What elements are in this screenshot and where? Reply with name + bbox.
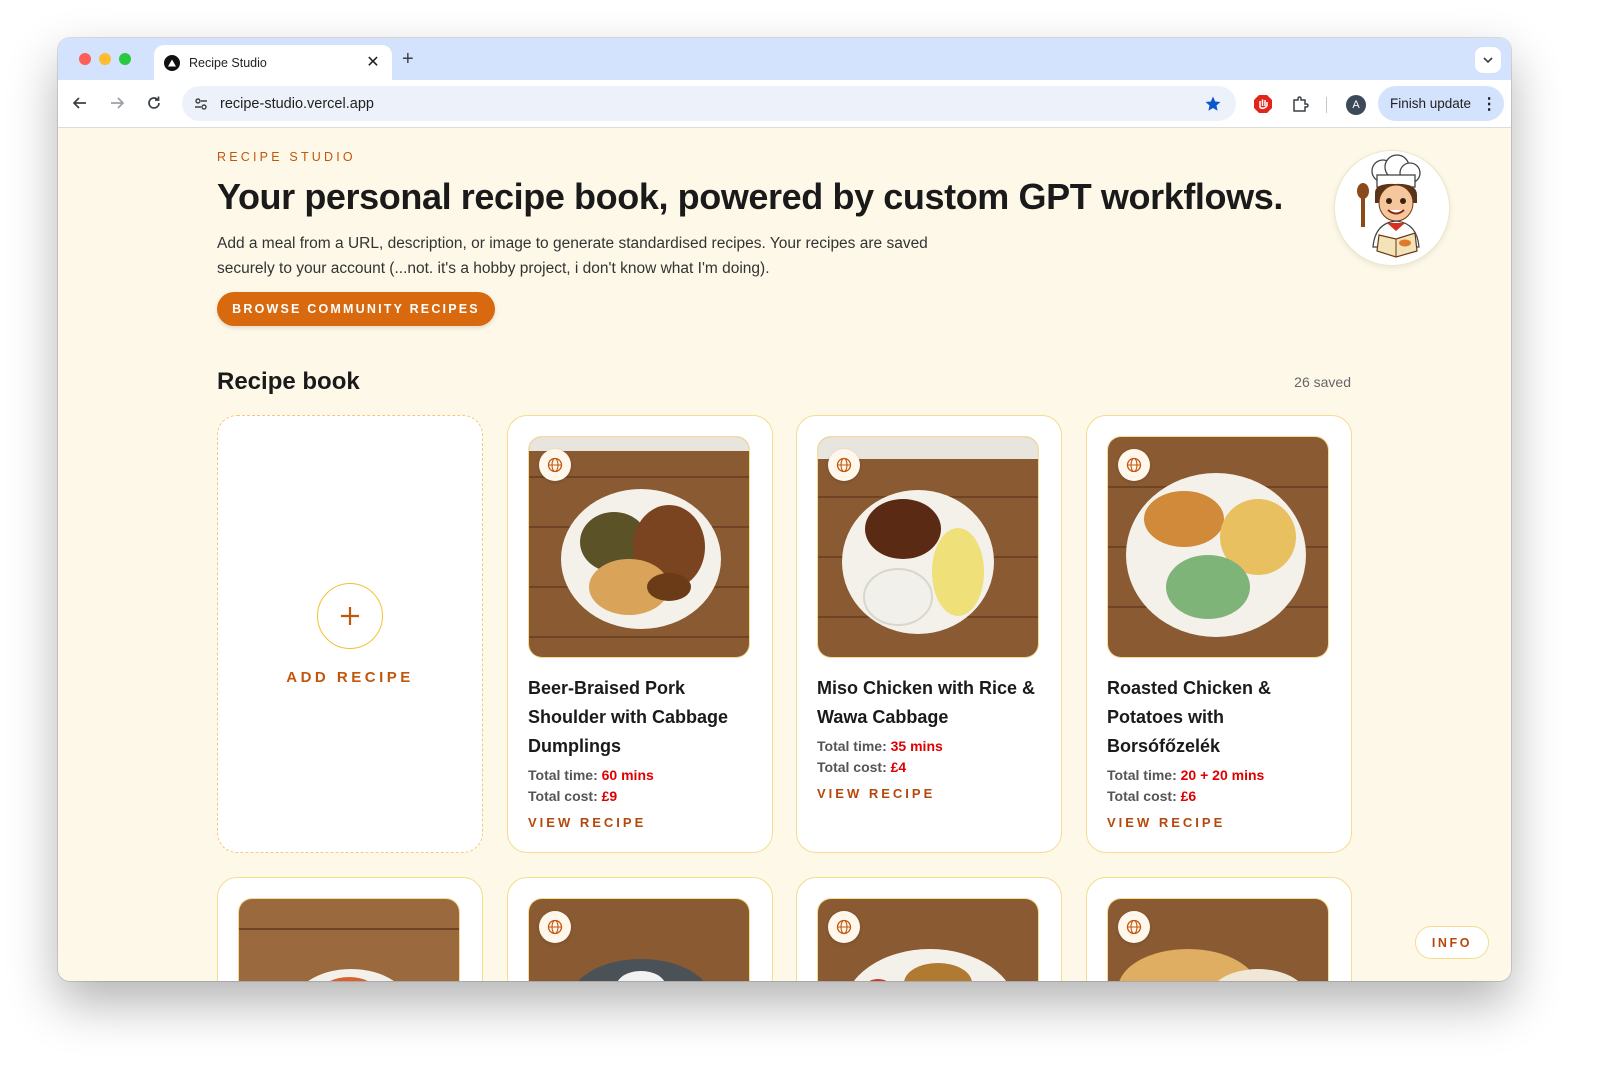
total-cost-label: Total cost:	[528, 788, 598, 804]
back-arrow-icon	[72, 97, 86, 109]
more-vert-icon: ⋮	[1481, 95, 1497, 113]
chef-illustration	[1357, 154, 1421, 258]
recipe-title: Beer-Braised Pork Shoulder with Cabbage …	[528, 678, 729, 756]
reload-button[interactable]	[143, 92, 165, 114]
close-icon[interactable]: ✕	[364, 54, 382, 71]
tab-search-button[interactable]	[1475, 47, 1501, 73]
add-recipe-label: ADD RECIPE	[286, 668, 414, 686]
recipe-card[interactable]	[217, 877, 483, 981]
recipe-card[interactable]: Roasted Chicken & Potatoes with Borsófőz…	[1086, 415, 1352, 853]
chevron-down-icon	[1483, 57, 1493, 64]
globe-icon[interactable]	[828, 449, 860, 481]
total-time-value: 35 mins	[890, 738, 943, 754]
view-recipe-link[interactable]: VIEW RECIPE	[817, 786, 935, 801]
total-time: Total time: 35 mins	[817, 736, 943, 757]
recipe-photo[interactable]	[817, 436, 1039, 658]
total-time: Total time: 20 + 20 mins	[1107, 765, 1264, 786]
total-cost-label: Total cost:	[1107, 788, 1177, 804]
globe-icon[interactable]	[539, 911, 571, 943]
maximize-window-button[interactable]	[119, 53, 131, 65]
total-time-label: Total time:	[528, 767, 598, 783]
adblock-icon[interactable]	[1253, 94, 1273, 114]
total-cost-value: £9	[601, 788, 618, 804]
add-recipe-card[interactable]: ADD RECIPE	[217, 415, 483, 853]
globe-icon[interactable]	[1118, 911, 1150, 943]
vercel-favicon-icon	[164, 54, 180, 71]
forward-button[interactable]	[106, 92, 128, 114]
browser-toolbar: recipe-studio.vercel.app A Finish update…	[58, 80, 1511, 128]
page-title: Your personal recipe book, powered by cu…	[217, 176, 1283, 217]
recipe-card[interactable]: Beer-Braised Pork Shoulder with Cabbage …	[507, 415, 773, 853]
total-time-label: Total time:	[817, 738, 887, 754]
recipe-book-title: Recipe book	[217, 368, 360, 395]
total-cost-value: £4	[890, 759, 907, 775]
globe-icon[interactable]	[1118, 449, 1150, 481]
recipe-meta: Total time: 20 + 20 mins Total cost: £6	[1107, 765, 1264, 807]
recipe-photo[interactable]	[528, 436, 750, 658]
total-time-label: Total time:	[1107, 767, 1177, 783]
recipe-meta: Total time: 35 mins Total cost: £4	[817, 736, 943, 778]
view-recipe-link[interactable]: VIEW RECIPE	[1107, 815, 1225, 830]
browser-window: Recipe Studio ✕ + recipe-studio.vercel.a…	[58, 38, 1511, 981]
page-content: RECIPE STUDIO Your personal recipe book,…	[58, 128, 1511, 981]
recipe-card[interactable]	[507, 877, 773, 981]
forward-arrow-icon	[111, 97, 125, 109]
toolbar-divider	[1326, 97, 1327, 113]
total-cost-value: £6	[1180, 788, 1197, 804]
finish-update-label: Finish update	[1390, 96, 1472, 111]
recipe-photo[interactable]	[1107, 436, 1329, 658]
recipe-photo[interactable]	[528, 898, 750, 981]
add-recipe-plus-button[interactable]	[317, 582, 383, 649]
info-button[interactable]: INFO	[1415, 926, 1489, 959]
globe-icon[interactable]	[539, 449, 571, 481]
hero-description: Add a meal from a URL, description, or i…	[217, 235, 928, 277]
recipe-meta: Total time: 60 mins Total cost: £9	[528, 765, 654, 807]
recipe-title: Miso Chicken with Rice & Wawa Cabbage	[817, 678, 1036, 727]
minimize-window-button[interactable]	[99, 53, 111, 65]
back-button[interactable]	[69, 92, 91, 114]
total-cost: Total cost: £4	[817, 757, 943, 778]
total-cost-label: Total cost:	[817, 759, 887, 775]
url-text: recipe-studio.vercel.app	[220, 95, 374, 112]
recipe-title: Roasted Chicken & Potatoes with Borsófőz…	[1107, 678, 1272, 756]
total-cost: Total cost: £9	[528, 786, 654, 807]
close-window-button[interactable]	[79, 53, 91, 65]
plus-icon	[341, 606, 359, 625]
profile-avatar[interactable]: A	[1346, 95, 1366, 115]
recipe-card[interactable]: Miso Chicken with Rice & Wawa Cabbage To…	[796, 415, 1062, 853]
recipe-photo[interactable]	[1107, 898, 1329, 981]
total-time-value: 20 + 20 mins	[1180, 767, 1265, 783]
brand-eyebrow: RECIPE STUDIO	[217, 150, 356, 164]
tab-strip: Recipe Studio ✕ +	[58, 38, 1511, 80]
tab-recipe-studio[interactable]: Recipe Studio ✕	[154, 45, 392, 80]
address-bar[interactable]: recipe-studio.vercel.app	[182, 86, 1236, 121]
recipe-photo[interactable]	[817, 898, 1039, 981]
extensions-icon[interactable]	[1290, 94, 1310, 114]
total-time-value: 60 mins	[601, 767, 654, 783]
recipe-card[interactable]	[796, 877, 1062, 981]
recipe-card[interactable]	[1086, 877, 1352, 981]
new-tab-button[interactable]: +	[402, 48, 414, 70]
total-time: Total time: 60 mins	[528, 765, 654, 786]
reload-icon	[148, 96, 160, 109]
saved-count: 26 saved	[1294, 374, 1351, 390]
browse-community-button[interactable]: BROWSE COMMUNITY RECIPES	[217, 292, 495, 326]
tab-title: Recipe Studio	[189, 55, 267, 70]
chef-avatar[interactable]	[1334, 150, 1450, 266]
site-settings-icon[interactable]	[192, 95, 210, 113]
finish-update-button[interactable]: Finish update ⋮	[1378, 86, 1504, 121]
globe-icon[interactable]	[828, 911, 860, 943]
star-icon[interactable]	[1204, 95, 1222, 113]
recipe-photo[interactable]	[238, 898, 460, 981]
total-cost: Total cost: £6	[1107, 786, 1264, 807]
view-recipe-link[interactable]: VIEW RECIPE	[528, 815, 646, 830]
window-controls	[79, 53, 131, 65]
